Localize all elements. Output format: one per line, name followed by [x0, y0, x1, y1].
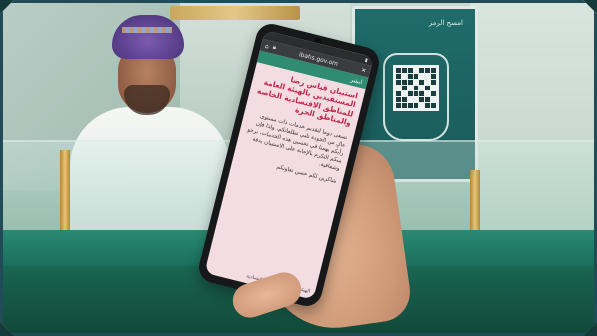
qr-code-icon — [393, 65, 439, 111]
gold-post — [60, 150, 70, 240]
poster-text: امسح الرمز — [428, 19, 463, 27]
photo-frame: امسح الرمز ▮ ⌂ 🔒︎ ibahs.gov.om ✕ ابشر اس… — [0, 0, 597, 336]
home-icon[interactable]: ⌂ — [264, 42, 269, 50]
header-label: ابشر — [349, 75, 364, 86]
turban — [112, 15, 184, 59]
battery-icon: ▮ — [364, 56, 369, 64]
close-icon[interactable]: ✕ — [360, 66, 367, 74]
lock-icon: 🔒︎ — [272, 43, 277, 52]
